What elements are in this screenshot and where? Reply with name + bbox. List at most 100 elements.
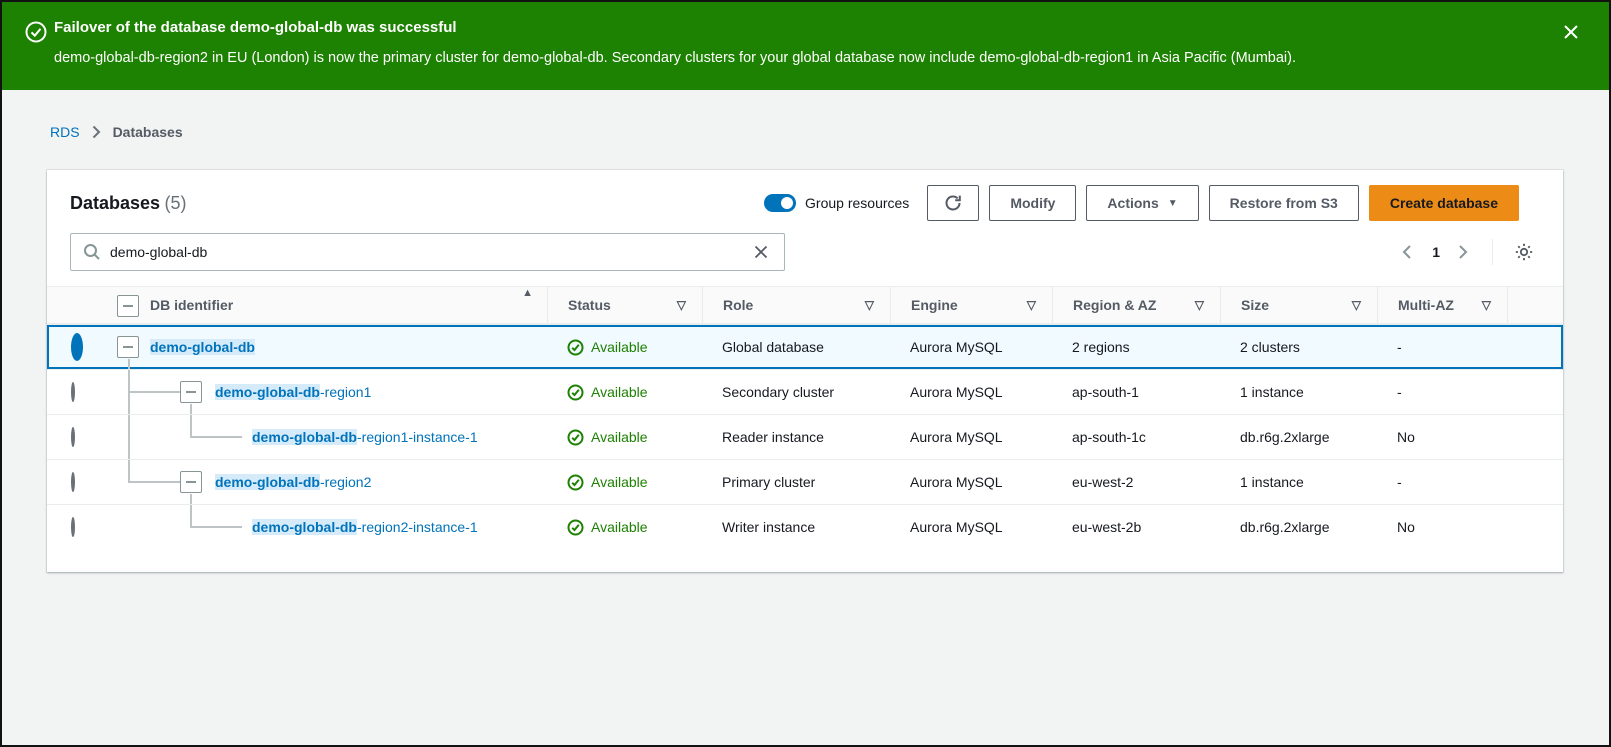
chevron-left-icon[interactable] — [1400, 244, 1416, 260]
filter-icon[interactable]: ▽ — [677, 298, 686, 312]
filter-icon[interactable]: ▽ — [865, 298, 874, 312]
databases-table: DB identifier ▲ Status ▽ Role ▽ Engine ▽… — [47, 286, 1563, 549]
row-radio[interactable] — [71, 382, 75, 402]
role-cell: Reader instance — [702, 429, 890, 445]
chevron-right-icon[interactable] — [1456, 244, 1472, 260]
chevron-right-icon — [92, 125, 101, 139]
toggle-knob — [781, 197, 793, 209]
modify-button[interactable]: Modify — [989, 185, 1076, 221]
db-identifier-cell: demo-global-db-region2 — [112, 460, 547, 504]
tree-connector — [129, 391, 180, 393]
db-identifier-link[interactable]: demo-global-db-region1 — [215, 384, 371, 400]
status-text: Available — [591, 519, 648, 535]
region-az-header[interactable]: Region & AZ ▽ — [1052, 287, 1220, 323]
engine-cell: Aurora MySQL — [890, 339, 1052, 355]
tree-connector — [190, 436, 242, 438]
checkmark-circle-icon — [24, 20, 48, 44]
search-match: demo-global-db — [252, 519, 357, 535]
row-radio[interactable] — [71, 427, 75, 447]
db-identifier-link[interactable]: demo-global-db-region1-instance-1 — [252, 429, 478, 445]
row-radio[interactable] — [71, 333, 83, 361]
rds-console-screen: Failover of the database demo-global-db … — [0, 0, 1611, 747]
table-row[interactable]: demo-global-db-region1-instance-1 Availa… — [47, 414, 1563, 459]
banner-message: demo-global-db-region2 in EU (London) is… — [54, 49, 1549, 68]
role-cell: Writer instance — [702, 519, 890, 535]
db-identifier-header[interactable]: DB identifier ▲ — [112, 287, 547, 323]
collapse-row-icon[interactable] — [180, 381, 202, 403]
tree-connector — [129, 481, 180, 483]
db-identifier-cell: demo-global-db-region2-instance-1 — [112, 505, 547, 549]
search-input[interactable] — [110, 244, 743, 260]
db-identifier-header-label: DB identifier — [150, 297, 233, 313]
status-available-icon — [567, 429, 584, 446]
table-row[interactable]: demo-global-db-region2-instance-1 Availa… — [47, 504, 1563, 549]
actions-button[interactable]: Actions ▼ — [1086, 185, 1198, 221]
multi-az-header[interactable]: Multi-AZ ▽ — [1377, 287, 1507, 323]
group-resources-toggle[interactable] — [764, 194, 796, 212]
close-icon[interactable] — [1561, 20, 1585, 44]
header-filler — [1507, 287, 1563, 323]
db-identifier-link[interactable]: demo-global-db-region2 — [215, 474, 371, 490]
sort-ascending-icon[interactable]: ▲ — [522, 287, 533, 299]
multi-az-header-label: Multi-AZ — [1398, 297, 1454, 313]
status-available-icon — [567, 519, 584, 536]
status-header-label: Status — [568, 297, 611, 313]
create-database-button[interactable]: Create database — [1369, 185, 1519, 221]
multi-az-cell: - — [1377, 474, 1507, 490]
role-header[interactable]: Role ▽ — [702, 287, 890, 323]
status-available-icon — [567, 339, 584, 356]
panel-header: Databases (5) Group resources Modify Act… — [47, 170, 1563, 229]
refresh-button[interactable] — [927, 185, 979, 221]
db-identifier-cell: demo-global-db — [112, 325, 547, 369]
db-identifier-link[interactable]: demo-global-db-region2-instance-1 — [252, 519, 478, 535]
toolbar: Group resources Modify Actions ▼ Restore… — [764, 185, 1519, 221]
restore-from-s3-button[interactable]: Restore from S3 — [1209, 185, 1359, 221]
db-identifier-link[interactable]: demo-global-db — [150, 339, 255, 355]
size-header[interactable]: Size ▽ — [1220, 287, 1377, 323]
role-cell: Secondary cluster — [702, 384, 890, 400]
filter-icon[interactable]: ▽ — [1482, 298, 1491, 312]
row-radio[interactable] — [71, 517, 75, 537]
breadcrumb: RDS Databases — [50, 124, 183, 140]
size-header-label: Size — [1241, 297, 1269, 313]
tree-connector — [128, 415, 130, 459]
tree-connector — [128, 460, 130, 483]
role-header-label: Role — [723, 297, 753, 313]
filter-icon[interactable]: ▽ — [1352, 298, 1361, 312]
size-cell: 2 clusters — [1220, 339, 1377, 355]
row-radio[interactable] — [71, 472, 75, 492]
table-row[interactable]: demo-global-db-region1 Available Seconda… — [47, 369, 1563, 414]
collapse-all-icon[interactable] — [117, 295, 139, 317]
region-az-cell: eu-west-2 — [1052, 474, 1220, 490]
success-banner: Failover of the database demo-global-db … — [2, 2, 1609, 90]
filter-icon[interactable]: ▽ — [1195, 298, 1204, 312]
search-match: demo-global-db — [252, 429, 357, 445]
region-az-cell: 2 regions — [1052, 339, 1220, 355]
table-row[interactable]: demo-global-db-region2 Available Primary… — [47, 459, 1563, 504]
restore-label: Restore from S3 — [1230, 195, 1338, 211]
group-resources-label: Group resources — [805, 195, 909, 211]
collapse-row-icon[interactable] — [180, 471, 202, 493]
gear-icon[interactable] — [1513, 241, 1535, 263]
multi-az-cell: No — [1377, 429, 1507, 445]
pagination: 1 — [1400, 239, 1535, 265]
status-cell: Available — [547, 339, 702, 356]
status-available-icon — [567, 474, 584, 491]
caret-down-icon: ▼ — [1168, 198, 1178, 209]
filter-icon[interactable]: ▽ — [1027, 298, 1036, 312]
tree-connector — [190, 526, 242, 528]
engine-header[interactable]: Engine ▽ — [890, 287, 1052, 323]
banner-text: Failover of the database demo-global-db … — [54, 18, 1549, 68]
role-cell: Global database — [702, 339, 890, 355]
actions-label: Actions — [1107, 195, 1158, 211]
page-number[interactable]: 1 — [1432, 244, 1440, 260]
collapse-row-icon[interactable] — [117, 336, 139, 358]
table-row[interactable]: demo-global-db Available Global database… — [47, 324, 1563, 369]
status-cell: Available — [547, 474, 702, 491]
status-header[interactable]: Status ▽ — [547, 287, 702, 323]
status-cell: Available — [547, 429, 702, 446]
databases-panel: Databases (5) Group resources Modify Act… — [47, 170, 1563, 572]
clear-icon[interactable] — [752, 242, 772, 262]
identifier-suffix: -region1-instance-1 — [357, 429, 478, 445]
breadcrumb-rds-link[interactable]: RDS — [50, 124, 80, 140]
